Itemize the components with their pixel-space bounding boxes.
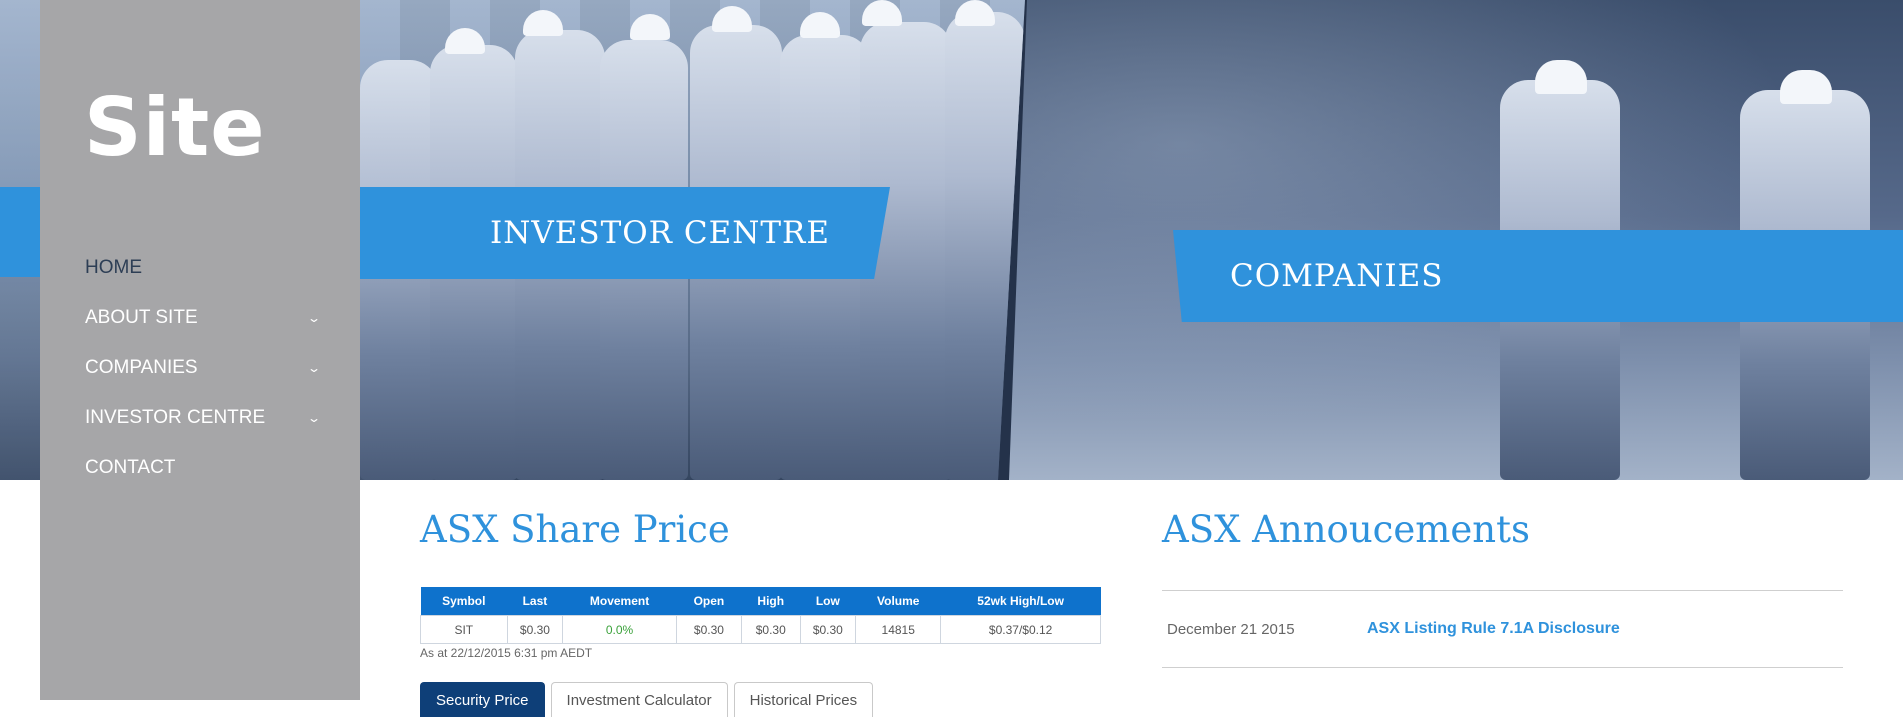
table-header-row: Symbol Last Movement Open High Low Volum… [420,587,1101,616]
companies-label: COMPANIES [1230,258,1444,294]
nav-item-label: HOME [85,257,142,278]
nav-item-investor-centre[interactable]: INVESTOR CENTRE ⌄ [85,393,325,443]
nav-item-label: ABOUT SITE [85,307,198,328]
chevron-down-icon[interactable]: ⌄ [307,411,321,425]
column-header: Volume [855,587,941,616]
ribbon-edge [0,187,42,277]
column-header: High [741,587,800,616]
investor-centre-label: INVESTOR CENTRE [489,215,830,251]
nav-item-contact[interactable]: CONTACT [85,443,325,493]
table-cell: $0.30 [675,615,743,644]
announcement-date: December 21 2015 [1167,620,1295,638]
announcement-link[interactable]: ASX Listing Rule 7.1A Disclosure [1367,620,1620,638]
column-header: Movement [562,587,677,616]
nav-item-label: CONTACT [85,457,176,478]
nav-item-label: INVESTOR CENTRE [85,407,266,428]
table-row: SIT $0.30 0.0% $0.30 $0.30 $0.30 14815 $… [420,615,1101,644]
column-header: Last [507,587,563,616]
divider [1162,667,1843,668]
chevron-down-icon[interactable]: ⌄ [307,361,321,375]
nav-item-home[interactable]: HOME [85,243,325,293]
investor-centre-ribbon[interactable]: INVESTOR CENTRE [360,187,890,279]
announcement-item: December 21 2015 ASX Listing Rule 7.1A D… [1167,620,1843,638]
nav-item-about-site[interactable]: ABOUT SITE ⌄ [85,293,325,343]
table-cell: $0.30 [506,615,564,644]
table-cell: 14815 [855,615,942,644]
column-header: 52wk High/Low [940,587,1101,616]
table-cell: $0.30 [741,615,801,644]
price-timestamp: As at 22/12/2015 6:31 pm AEDT [420,646,593,660]
movement-cell: 0.0% [562,615,677,644]
table-cell: SIT [420,615,508,644]
main-nav: HOME ABOUT SITE ⌄ COMPANIES ⌄ INVESTOR C… [85,243,325,493]
table-cell: $0.37/$0.12 [940,615,1101,644]
nav-item-companies[interactable]: COMPANIES ⌄ [85,343,325,393]
site-logo[interactable]: Site [84,88,266,168]
share-price-table: Symbol Last Movement Open High Low Volum… [420,587,1101,644]
column-header: Symbol [420,587,508,616]
share-price-title: ASX Share Price [420,508,730,551]
companies-ribbon[interactable]: COMPANIES [1173,230,1903,322]
announcements-title: ASX Annoucements [1162,508,1530,551]
sidebar: Site HOME ABOUT SITE ⌄ COMPANIES ⌄ INVES… [40,0,360,700]
chevron-down-icon[interactable]: ⌄ [307,311,321,325]
column-header: Low [800,587,856,616]
column-header: Open [676,587,742,616]
table-cell: $0.30 [799,615,857,644]
nav-item-label: COMPANIES [85,357,198,378]
divider [1162,590,1843,591]
